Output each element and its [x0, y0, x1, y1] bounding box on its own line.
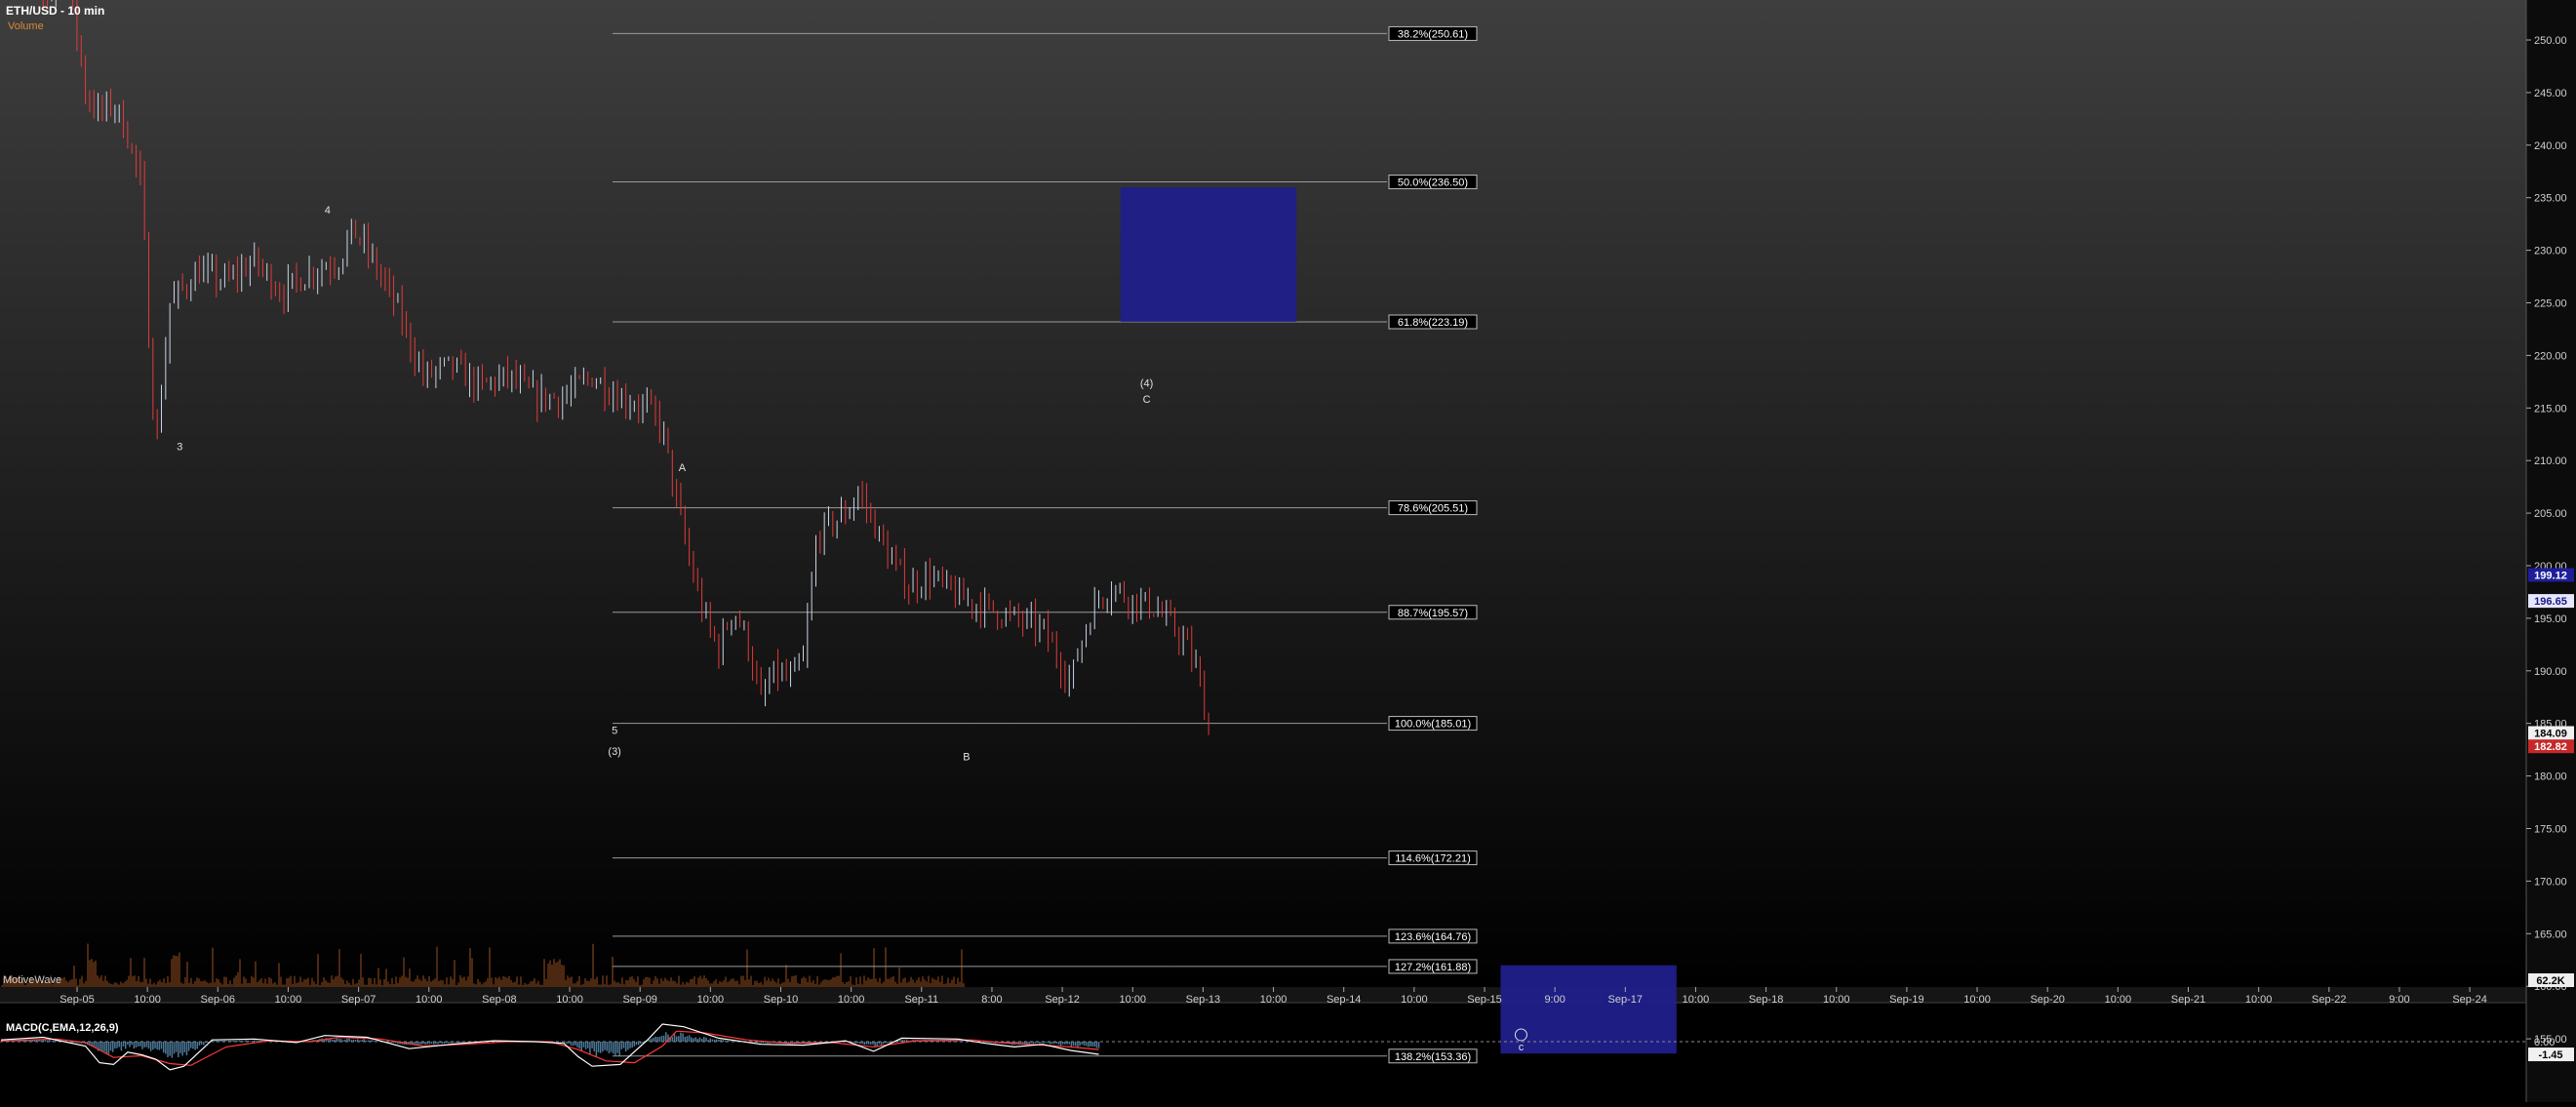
time-tick-label: 8:00 — [981, 994, 1002, 1006]
wave-label: A — [679, 462, 687, 474]
time-tick-label: 10:00 — [134, 994, 161, 1006]
volume-label: Volume — [8, 20, 44, 32]
time-tick-label: 9:00 — [1544, 994, 1565, 1006]
time-tick-label: Sep-15 — [1467, 994, 1501, 1006]
time-tick-label: 10:00 — [1401, 994, 1428, 1006]
time-tick-label: Sep-19 — [1889, 994, 1923, 1006]
target-zone-upper — [1120, 186, 1297, 322]
wave-label: B — [963, 751, 970, 763]
target-zone-lower — [1500, 965, 1677, 1054]
time-tick-label: Sep-18 — [1749, 994, 1783, 1006]
price-tick-label: 225.00 — [2534, 298, 2567, 310]
price-tag-label: 196.65 — [2534, 596, 2567, 608]
time-tick-label: 10:00 — [275, 994, 302, 1006]
price-tag-label: 199.12 — [2534, 570, 2567, 581]
price-tick-label: 230.00 — [2534, 246, 2567, 257]
price-tag-label: 184.09 — [2534, 729, 2567, 740]
fib-level-label: 88.7%(195.57) — [1398, 608, 1468, 619]
macd-panel-background — [0, 1003, 2576, 1102]
wave-label: 4 — [325, 205, 331, 217]
time-tick-label: 10:00 — [1963, 994, 1991, 1006]
fib-level-label: 123.6%(164.76) — [1395, 931, 1471, 943]
wave-label: 5 — [612, 725, 617, 736]
macd-axis-label: 0.00 — [2534, 1037, 2555, 1048]
price-tick-label: 220.00 — [2534, 350, 2567, 362]
price-tick-label: 170.00 — [2534, 876, 2567, 888]
time-tick-label: Sep-13 — [1186, 994, 1220, 1006]
fib-level-label: 127.2%(161.88) — [1395, 962, 1471, 973]
time-tick-label: 10:00 — [2105, 994, 2132, 1006]
chart-background — [0, 0, 2576, 987]
time-tick-label: Sep-05 — [59, 994, 94, 1006]
time-tick-label: 9:00 — [2389, 994, 2409, 1006]
time-tick-label: Sep-17 — [1608, 994, 1643, 1006]
price-tick-label: 165.00 — [2534, 929, 2567, 940]
time-tick-label: 10:00 — [2245, 994, 2273, 1006]
fib-level-label: 61.8%(223.19) — [1398, 317, 1468, 329]
wave-label: 3 — [177, 441, 182, 453]
time-tick-label: 10:00 — [838, 994, 865, 1006]
fib-level-label: 100.0%(185.01) — [1395, 719, 1471, 731]
time-tick-label: Sep-07 — [341, 994, 376, 1006]
time-tick-label: 10:00 — [697, 994, 725, 1006]
price-tick-label: 190.00 — [2534, 666, 2567, 678]
price-tick-label: 215.00 — [2534, 403, 2567, 415]
wave-label: c — [1519, 1042, 1525, 1053]
wave-label: (3) — [608, 746, 620, 758]
time-tick-label: Sep-08 — [482, 994, 516, 1006]
wave-label: C — [1143, 394, 1151, 406]
time-tick-label: Sep-12 — [1045, 994, 1079, 1006]
time-tick-label: Sep-10 — [764, 994, 798, 1006]
time-tick-label: Sep-06 — [201, 994, 235, 1006]
price-tick-label: 180.00 — [2534, 771, 2567, 783]
time-tick-label: 10:00 — [416, 994, 443, 1006]
time-tick-label: 10:00 — [556, 994, 583, 1006]
time-tick-label: Sep-20 — [2030, 994, 2064, 1006]
time-tick-label: Sep-21 — [2171, 994, 2205, 1006]
chart-window: 38.2%(250.61) 50.0%(236.50) 61.8%(223.19) 7… — [0, 0, 2576, 1102]
watermark: MotiveWave — [3, 974, 61, 986]
time-tick-label: Sep-09 — [622, 994, 656, 1006]
price-tag-label: 182.82 — [2534, 741, 2567, 753]
price-tick-label: 195.00 — [2534, 613, 2567, 625]
price-tick-label: 210.00 — [2534, 455, 2567, 467]
fib-level-label: 114.6%(172.21) — [1395, 853, 1470, 865]
time-tick-label: Sep-24 — [2452, 994, 2486, 1006]
time-tick-label: 10:00 — [1823, 994, 1850, 1006]
price-tick-label: 245.00 — [2534, 88, 2567, 99]
volume-max-label: 62.2K — [2536, 975, 2564, 987]
fib-level-label: 50.0%(236.50) — [1398, 178, 1468, 189]
price-tick-label: 250.00 — [2534, 35, 2567, 47]
time-tick-label: 10:00 — [1260, 994, 1288, 1006]
price-tick-label: 175.00 — [2534, 824, 2567, 836]
time-tick-label: 10:00 — [1683, 994, 1710, 1006]
time-tick-label: Sep-22 — [2312, 994, 2346, 1006]
time-tick-label: 10:00 — [1119, 994, 1146, 1006]
price-tick-label: 205.00 — [2534, 508, 2567, 520]
time-tick-label: Sep-14 — [1327, 994, 1361, 1006]
price-tick-label: 235.00 — [2534, 193, 2567, 205]
fib-level-label: 38.2%(250.61) — [1398, 28, 1468, 40]
chart-title: ETH/USD - 10 min — [6, 4, 104, 18]
time-tick-label: Sep-11 — [904, 994, 938, 1006]
macd-value-label: -1.45 — [2538, 1049, 2562, 1061]
price-chart[interactable]: 38.2%(250.61) 50.0%(236.50) 61.8%(223.19) 7… — [0, 0, 2576, 1102]
macd-label: MACD(C,EMA,12,26,9) — [6, 1022, 119, 1034]
fib-level-label: 138.2%(153.36) — [1395, 1051, 1471, 1063]
price-tick-label: 240.00 — [2534, 140, 2567, 152]
wave-label: (4) — [1140, 378, 1153, 390]
fib-level-label: 78.6%(205.51) — [1398, 503, 1468, 515]
